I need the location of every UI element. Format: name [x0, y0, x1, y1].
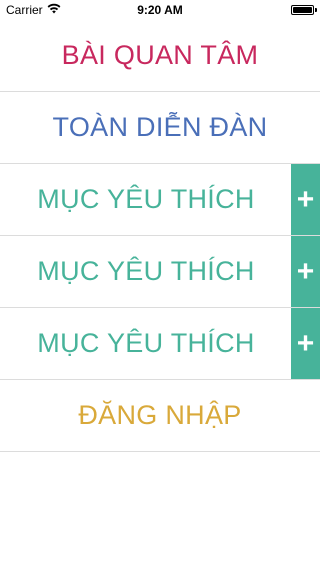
menu-item-label: MỤC YÊU THÍCH: [37, 256, 255, 286]
menu-item-label: TOÀN DIỄN ĐÀN: [52, 112, 268, 142]
menu-item-label: MỤC YÊU THÍCH: [37, 184, 255, 214]
menu-item[interactable]: MỤC YÊU THÍCH +: [0, 164, 320, 236]
menu-item-label: ĐĂNG NHẬP: [78, 400, 242, 430]
battery-icon: [291, 5, 314, 15]
menu-item[interactable]: MỤC YÊU THÍCH +: [0, 236, 320, 308]
menu-item[interactable]: BÀI QUAN TÂM: [0, 20, 320, 92]
status-bar: Carrier 9:20 AM: [0, 0, 320, 20]
menu-item[interactable]: TOÀN DIỄN ĐÀN: [0, 92, 320, 164]
battery-fill: [293, 7, 312, 13]
plus-icon[interactable]: +: [291, 308, 320, 379]
plus-icon[interactable]: +: [291, 164, 320, 235]
menu-item[interactable]: MỤC YÊU THÍCH +: [0, 308, 320, 380]
menu-item-label: BÀI QUAN TÂM: [61, 40, 259, 70]
menu-item[interactable]: ĐĂNG NHẬP: [0, 380, 320, 452]
side-menu: BÀI QUAN TÂM TOÀN DIỄN ĐÀN MỤC YÊU THÍCH + M…: [0, 20, 320, 452]
plus-icon[interactable]: +: [291, 236, 320, 307]
menu-item-label: MỤC YÊU THÍCH: [37, 328, 255, 358]
status-time: 9:20 AM: [137, 3, 183, 17]
battery-nub: [315, 8, 317, 12]
